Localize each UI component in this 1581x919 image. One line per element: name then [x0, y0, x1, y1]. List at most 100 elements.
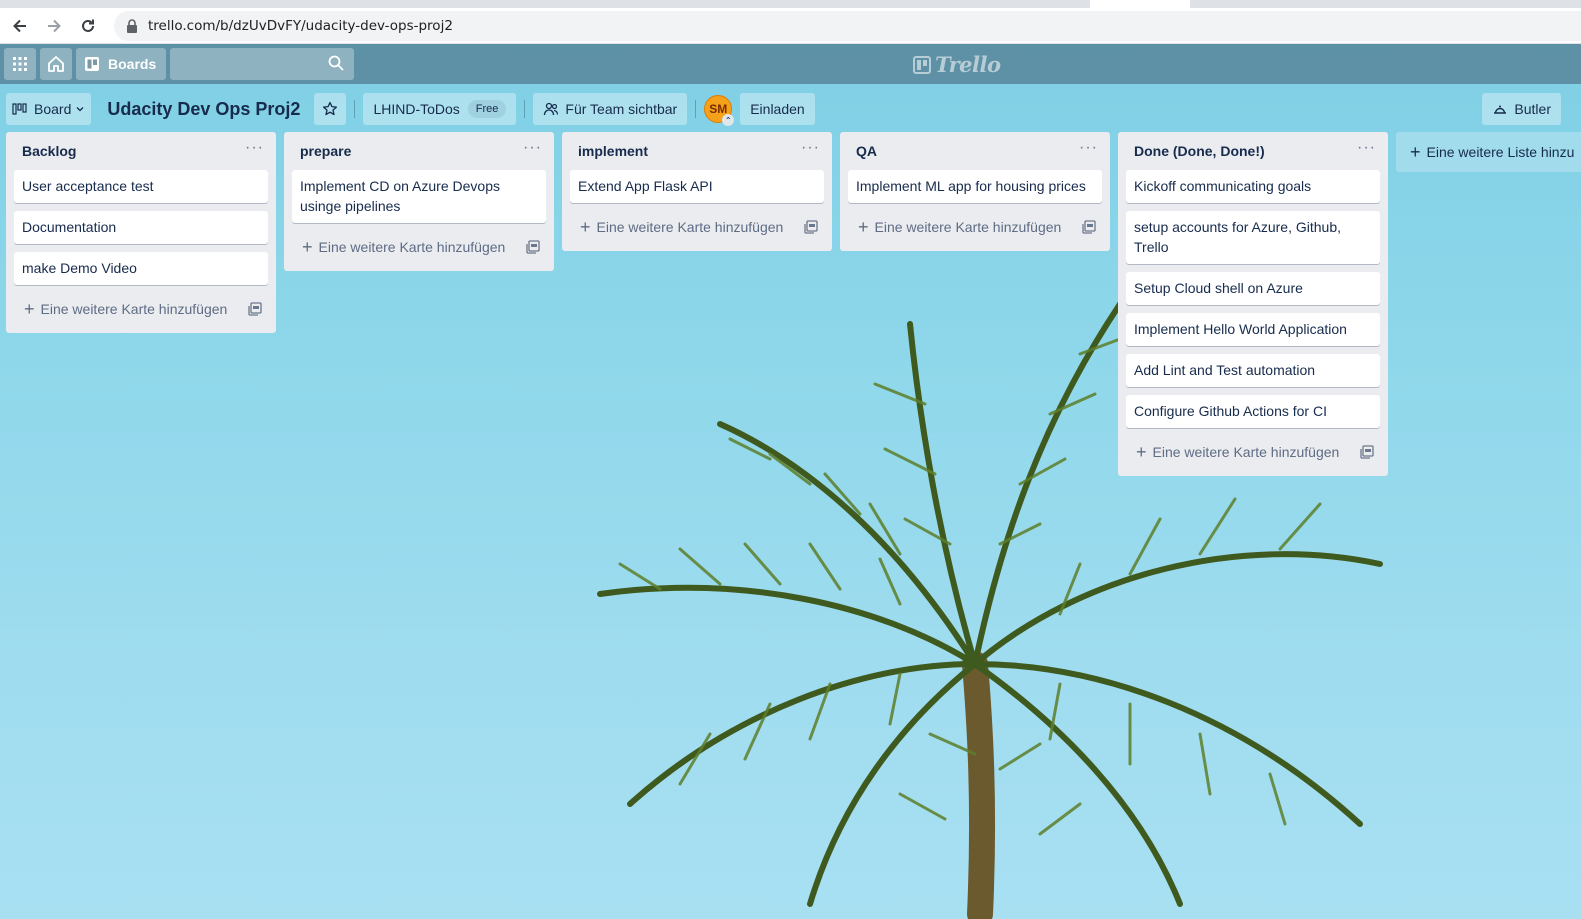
list-prepare: prepare ··· Implement CD on Azure Devops… — [284, 132, 554, 271]
card-template-icon[interactable] — [804, 220, 818, 234]
apps-menu-icon[interactable] — [4, 48, 36, 80]
add-card-row: + Eine weitere Karte hinzufügen — [570, 211, 824, 243]
plan-badge: Free — [467, 100, 507, 118]
add-card-label: Eine weitere Karte hinzufügen — [596, 219, 784, 235]
card[interactable]: Documentation — [14, 211, 268, 244]
browser-active-tab[interactable] — [1090, 0, 1190, 8]
list-title[interactable]: prepare — [300, 143, 351, 159]
card-template-icon[interactable] — [1360, 445, 1374, 459]
butler-button[interactable]: Butler — [1482, 93, 1561, 125]
plus-icon: + — [580, 217, 591, 237]
list-done: Done (Done, Done!) ··· Kickoff communica… — [1118, 132, 1388, 476]
board-title[interactable]: Udacity Dev Ops Proj2 — [107, 99, 300, 120]
more-icon[interactable]: ··· — [1357, 140, 1376, 162]
add-card-label: Eine weitere Karte hinzufügen — [318, 239, 506, 255]
address-bar[interactable]: trello.com/b/dzUvDvFY/udacity-dev-ops-pr… — [114, 10, 1581, 41]
visibility-button[interactable]: Für Team sichtbar — [533, 93, 688, 125]
card[interactable]: Extend App Flask API — [570, 170, 824, 203]
team-name: LHIND-ToDos — [373, 101, 460, 117]
board-header: Board Udacity Dev Ops Proj2 LHIND-ToDos … — [0, 92, 1581, 126]
lock-icon — [126, 18, 138, 33]
add-card-button[interactable]: + Eine weitere Karte hinzufügen — [302, 238, 505, 256]
card[interactable]: Add Lint and Test automation — [1126, 354, 1380, 387]
boards-button[interactable]: Boards — [76, 48, 167, 80]
star-button[interactable] — [314, 93, 347, 125]
add-card-row: + Eine weitere Karte hinzufügen — [14, 293, 268, 325]
visibility-label: Für Team sichtbar — [565, 101, 678, 117]
add-card-label: Eine weitere Karte hinzufügen — [1152, 444, 1340, 460]
card[interactable]: Implement Hello World Application — [1126, 313, 1380, 346]
search-input[interactable] — [170, 48, 355, 80]
add-card-button[interactable]: + Eine weitere Karte hinzufügen — [24, 300, 227, 318]
header-divider — [524, 100, 526, 118]
app-header: Boards Trello — [0, 44, 1581, 84]
home-icon[interactable] — [40, 48, 72, 80]
add-card-row: + Eine weitere Karte hinzufügen — [1126, 436, 1380, 468]
list-qa: QA ··· Implement ML app for housing pric… — [840, 132, 1110, 251]
invite-button[interactable]: Einladen — [740, 93, 815, 125]
forward-icon[interactable] — [38, 10, 70, 42]
back-icon[interactable] — [4, 10, 36, 42]
more-icon[interactable]: ··· — [245, 140, 264, 162]
star-icon — [322, 101, 338, 117]
board-view-icon — [12, 103, 28, 115]
card-template-icon[interactable] — [248, 302, 262, 316]
reload-icon[interactable] — [72, 10, 104, 42]
butler-label: Butler — [1514, 101, 1551, 117]
trello-logo-text: Trello — [935, 52, 1001, 77]
trello-logo-icon — [913, 55, 931, 74]
search-icon — [328, 55, 344, 74]
plus-icon: + — [24, 299, 35, 319]
add-card-button[interactable]: + Eine weitere Karte hinzufügen — [858, 218, 1061, 236]
add-card-button[interactable]: + Eine weitere Karte hinzufügen — [580, 218, 783, 236]
card-template-icon[interactable] — [526, 240, 540, 254]
chevron-down-icon — [75, 104, 85, 114]
add-card-label: Eine weitere Karte hinzufügen — [40, 301, 228, 317]
list-implement: implement ··· Extend App Flask API + Ein… — [562, 132, 832, 251]
add-card-row: + Eine weitere Karte hinzufügen — [292, 231, 546, 263]
plus-icon: + — [1136, 442, 1147, 462]
card[interactable]: make Demo Video — [14, 252, 268, 285]
list-title[interactable]: Done (Done, Done!) — [1134, 143, 1265, 159]
card[interactable]: User acceptance test — [14, 170, 268, 203]
card[interactable]: Implement ML app for housing prices — [848, 170, 1102, 203]
list-backlog: Backlog ··· User acceptance test Documen… — [6, 132, 276, 333]
list-title[interactable]: Backlog — [22, 143, 76, 159]
card[interactable]: Configure Github Actions for CI — [1126, 395, 1380, 428]
plus-icon: + — [302, 237, 313, 257]
list-header[interactable]: prepare ··· — [292, 132, 546, 170]
boards-label: Boards — [108, 56, 157, 72]
address-url: trello.com/b/dzUvDvFY/udacity-dev-ops-pr… — [148, 17, 453, 34]
card[interactable]: Kickoff communicating goals — [1126, 170, 1380, 203]
card-template-icon[interactable] — [1082, 220, 1096, 234]
card[interactable]: Setup Cloud shell on Azure — [1126, 272, 1380, 305]
list-header[interactable]: Done (Done, Done!) ··· — [1126, 132, 1380, 170]
boards-icon — [84, 56, 100, 72]
add-list-button[interactable]: + Eine weitere Liste hinzu — [1396, 132, 1581, 172]
list-title[interactable]: QA — [856, 143, 877, 159]
list-title[interactable]: implement — [578, 143, 648, 159]
butler-bell-icon — [1492, 101, 1508, 117]
team-button[interactable]: LHIND-ToDos Free — [363, 93, 517, 125]
add-card-button[interactable]: + Eine weitere Karte hinzufügen — [1136, 443, 1339, 461]
card[interactable]: setup accounts for Azure, Github, Trello — [1126, 211, 1380, 264]
trello-logo[interactable]: Trello — [913, 52, 1001, 77]
add-list-label: Eine weitere Liste hinzu — [1426, 144, 1575, 160]
card[interactable]: Implement CD on Azure Devops usinge pipe… — [292, 170, 546, 223]
more-icon[interactable]: ··· — [1079, 140, 1098, 162]
add-card-label: Eine weitere Karte hinzufügen — [874, 219, 1062, 235]
invite-label: Einladen — [750, 101, 805, 117]
more-icon[interactable]: ··· — [523, 140, 542, 162]
list-header[interactable]: implement ··· — [570, 132, 824, 170]
plus-icon: + — [1410, 142, 1421, 162]
list-header[interactable]: Backlog ··· — [14, 132, 268, 170]
team-visibility-icon — [543, 101, 559, 117]
list-header[interactable]: QA ··· — [848, 132, 1102, 170]
member-avatar[interactable]: SM ⌃ — [704, 95, 735, 126]
header-divider — [354, 100, 356, 118]
more-icon[interactable]: ··· — [801, 140, 820, 162]
board-view-switcher[interactable]: Board — [6, 93, 92, 125]
board-canvas: Boards Trello Board Udacity Dev Ops Proj… — [0, 44, 1581, 919]
add-card-row: + Eine weitere Karte hinzufügen — [848, 211, 1102, 243]
browser-toolbar: trello.com/b/dzUvDvFY/udacity-dev-ops-pr… — [0, 8, 1581, 44]
